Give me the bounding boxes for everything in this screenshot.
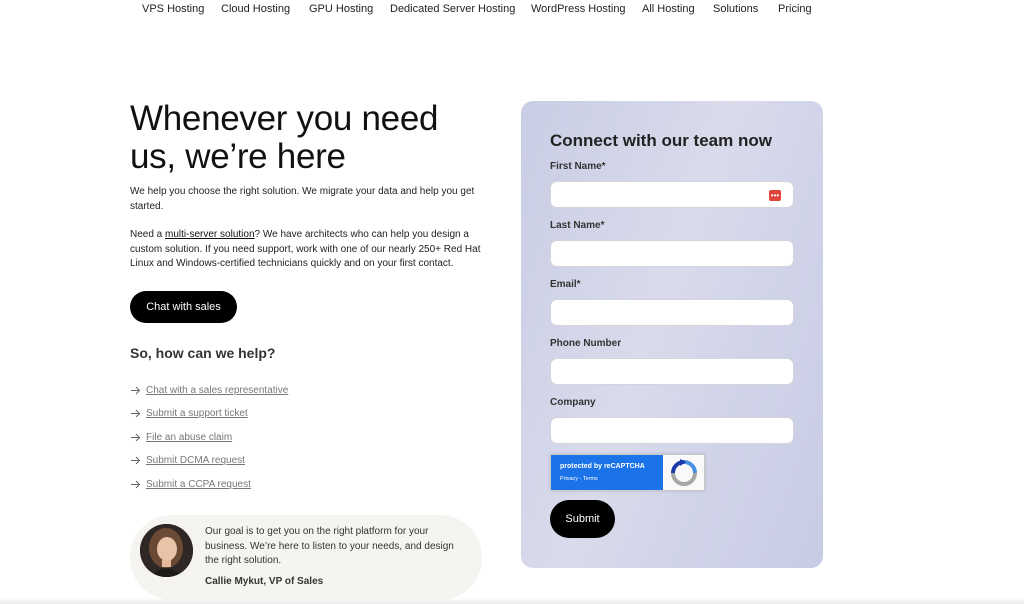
arrow-right-icon — [131, 386, 141, 394]
first-name-field[interactable]: ••• — [550, 181, 794, 208]
avatar-portrait — [140, 524, 193, 577]
nav-item-solutions[interactable]: Solutions — [713, 3, 758, 15]
arrow-right-icon — [131, 433, 141, 441]
help-link-ccpa-request[interactable]: Submit a CCPA request — [130, 476, 251, 492]
testimonial-card: Our goal is to get you on the right plat… — [130, 515, 482, 600]
top-nav: VPS Hosting Cloud Hosting GPU Hosting De… — [0, 0, 1024, 20]
help-link-chat-sales[interactable]: Chat with a sales representative — [130, 382, 288, 398]
recaptcha-badge[interactable]: protected by reCAPTCHA Privacy - Terms — [550, 454, 705, 491]
password-manager-icon[interactable]: ••• — [769, 190, 781, 201]
nav-item-wordpress-hosting[interactable]: WordPress Hosting — [531, 3, 626, 15]
quote-text: Our goal is to get you on the right plat… — [205, 526, 454, 566]
nav-item-pricing[interactable]: Pricing — [778, 3, 812, 15]
last-name-label: Last Name* — [550, 220, 605, 231]
nav-item-gpu-hosting[interactable]: GPU Hosting — [309, 3, 373, 15]
recaptcha-label-area: protected by reCAPTCHA Privacy - Terms — [551, 455, 663, 490]
multi-server-paragraph: Need a multi-server solution? We have ar… — [130, 228, 490, 272]
contact-form-card: Connect with our team now First Name* ••… — [521, 101, 823, 568]
company-label: Company — [550, 397, 596, 408]
form-title: Connect with our team now — [550, 131, 772, 150]
help-link-label: Submit a CCPA request — [146, 478, 251, 490]
last-name-field[interactable] — [550, 240, 794, 267]
headline-line-2: us, we’re here — [130, 137, 346, 176]
nav-item-dedicated-server-hosting[interactable]: Dedicated Server Hosting — [390, 3, 515, 15]
help-heading: So, how can we help? — [130, 345, 276, 361]
submit-button[interactable]: Submit — [550, 500, 615, 538]
nav-item-all-hosting[interactable]: All Hosting — [642, 3, 695, 15]
quote-author: Callie Mykut, VP of Sales — [205, 576, 324, 587]
help-link-label: Chat with a sales representative — [146, 384, 289, 396]
recaptcha-main-text: protected by reCAPTCHA — [560, 463, 645, 470]
email-field[interactable] — [550, 299, 794, 326]
company-field[interactable] — [550, 417, 794, 444]
first-name-label: First Name* — [550, 161, 606, 172]
intro-text: We help you choose the right solution. W… — [130, 186, 475, 212]
avatar — [140, 524, 193, 577]
help-link-abuse-claim[interactable]: File an abuse claim — [130, 429, 232, 445]
help-link-support-ticket[interactable]: Submit a support ticket — [130, 405, 248, 421]
nav-item-cloud-hosting[interactable]: Cloud Hosting — [221, 3, 290, 15]
nav-item-vps-hosting[interactable]: VPS Hosting — [142, 3, 204, 15]
chat-with-sales-button[interactable]: Chat with sales — [130, 291, 237, 323]
para2-prefix: Need a — [130, 229, 166, 240]
arrow-right-icon — [131, 456, 141, 464]
help-link-label: File an abuse claim — [146, 431, 233, 443]
recaptcha-links[interactable]: Privacy - Terms — [560, 476, 598, 482]
headline-line-1: Whenever you need — [130, 99, 439, 138]
help-link-dcma-request[interactable]: Submit DCMA request — [130, 452, 245, 468]
page-bottom-fade — [0, 598, 1024, 604]
phone-number-field[interactable] — [550, 358, 794, 385]
multi-server-solution-link[interactable]: multi-server solution — [165, 229, 254, 240]
help-link-label: Submit DCMA request — [146, 454, 245, 466]
phone-number-label: Phone Number — [550, 338, 622, 349]
arrow-right-icon — [131, 409, 141, 417]
recaptcha-logo-icon — [671, 459, 697, 486]
arrow-right-icon — [131, 480, 141, 488]
help-link-label: Submit a support ticket — [146, 407, 248, 419]
email-label: Email* — [550, 279, 581, 290]
page-headline: Whenever you need us, we’re here — [130, 100, 490, 176]
